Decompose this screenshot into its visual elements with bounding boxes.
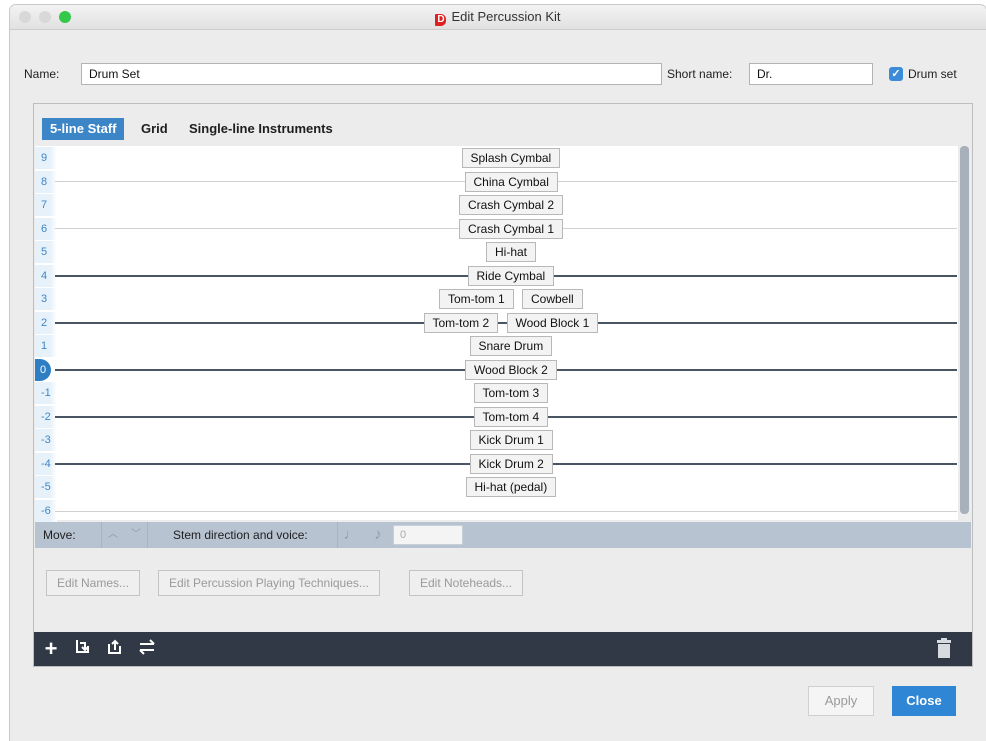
- instrument-chip[interactable]: Tom-tom 1: [439, 289, 514, 309]
- apply-button[interactable]: Apply: [808, 686, 874, 716]
- staff-position-0[interactable]: 0: [35, 358, 51, 381]
- stem-up-icon[interactable]: ♩: [337, 522, 364, 548]
- instrument-chip[interactable]: Tom-tom 4: [473, 406, 549, 427]
- voice-input[interactable]: 0: [393, 525, 463, 545]
- staff-position-1[interactable]: 1: [35, 335, 57, 357]
- name-input[interactable]: [81, 63, 662, 85]
- instrument-chip[interactable]: Kick Drum 1: [469, 430, 553, 450]
- instrument-chip[interactable]: Kick Drum 2: [469, 453, 553, 474]
- edit-percussion-kit-dialog: D Edit Percussion Kit Name: Short name: ✓…: [10, 5, 986, 741]
- instrument-chip[interactable]: China Cymbal: [464, 171, 558, 192]
- staff-scrollbar-thumb[interactable]: [960, 146, 969, 514]
- staff-position--2[interactable]: -2: [35, 405, 57, 428]
- drum-set-checkbox[interactable]: ✓: [889, 67, 903, 81]
- short-name-label: Short name:: [667, 67, 733, 81]
- stem-direction-label: Stem direction and voice:: [173, 528, 308, 542]
- chevron-up-icon[interactable]: ︿: [101, 522, 124, 548]
- staff-position-2[interactable]: 2: [35, 311, 57, 334]
- stem-down-icon[interactable]: ♪: [365, 522, 391, 548]
- move-bar: Move: ︿ ﹀ Stem direction and voice: ♩ ♪ …: [35, 522, 971, 548]
- staff-position-5[interactable]: 5: [35, 241, 57, 263]
- tab-single-line-instruments[interactable]: Single-line Instruments: [189, 118, 333, 140]
- dorico-logo-icon: D: [435, 14, 447, 26]
- instrument-chip[interactable]: Wood Block 2: [465, 359, 557, 380]
- instrument-chip[interactable]: Splash Cymbal: [461, 148, 561, 168]
- import-icon[interactable]: [72, 638, 94, 660]
- plus-icon[interactable]: +: [40, 638, 62, 660]
- staff-scrollbar[interactable]: [958, 146, 971, 520]
- staff-position-8[interactable]: 8: [35, 170, 57, 193]
- staff-position--6[interactable]: -6: [35, 499, 57, 522]
- staff-position-6[interactable]: 6: [35, 217, 57, 240]
- instrument-chip[interactable]: Ride Cymbal: [467, 265, 555, 286]
- instrument-chip[interactable]: Crash Cymbal 2: [459, 195, 564, 215]
- instrument-chip[interactable]: Hi-hat: [486, 242, 537, 262]
- export-icon[interactable]: [104, 638, 126, 660]
- instrument-chip[interactable]: Snare Drum: [469, 336, 553, 356]
- staff-line: [55, 510, 957, 512]
- chevron-down-icon[interactable]: ﹀: [125, 522, 148, 548]
- instrument-chip[interactable]: Crash Cymbal 1: [459, 218, 564, 239]
- instrument-chip[interactable]: Cowbell: [522, 289, 583, 309]
- close-button[interactable]: Close: [892, 686, 956, 716]
- instrument-chip[interactable]: Wood Block 1: [506, 312, 599, 333]
- instrument-chip[interactable]: Tom-tom 3: [473, 383, 549, 403]
- edit-names-button[interactable]: Edit Names...: [46, 570, 141, 596]
- drum-set-label: Drum set: [908, 67, 957, 81]
- instrument-chip[interactable]: Hi-hat (pedal): [465, 477, 557, 497]
- staff-position-7[interactable]: 7: [35, 194, 57, 216]
- short-name-input[interactable]: [749, 63, 873, 85]
- tab-5-line-staff[interactable]: 5-line Staff: [42, 118, 125, 140]
- staff-view[interactable]: 9 8 7 6 5 4 3 2 1 0 -1 -2 -3 -4 -5 -6 Wood Block 2 Snare …: [35, 146, 971, 522]
- window-title-wrap: D Edit Percussion Kit: [10, 9, 986, 26]
- kit-editor-panel: 5-line Staff Grid Single-line Instrument…: [33, 103, 973, 667]
- edit-noteheads-button[interactable]: Edit Noteheads...: [409, 570, 524, 596]
- window-title: Edit Percussion Kit: [451, 9, 561, 24]
- staff-position-9[interactable]: 9: [35, 147, 57, 169]
- staff-position--1[interactable]: -1: [35, 382, 57, 404]
- staff-position--3[interactable]: -3: [35, 429, 57, 451]
- trash-icon[interactable]: [934, 638, 954, 660]
- staff-position--4[interactable]: -4: [35, 452, 57, 475]
- staff-position-3[interactable]: 3: [35, 288, 57, 310]
- kit-toolbar: +: [34, 632, 972, 666]
- move-label: Move:: [43, 528, 76, 542]
- staff-position--5[interactable]: -5: [35, 476, 57, 498]
- tab-grid[interactable]: Grid: [141, 118, 168, 140]
- swap-icon[interactable]: [136, 638, 158, 660]
- edit-techniques-button[interactable]: Edit Percussion Playing Techniques...: [158, 570, 380, 596]
- title-bar: D Edit Percussion Kit: [10, 5, 986, 30]
- staff-position-4[interactable]: 4: [35, 264, 57, 287]
- name-label: Name:: [24, 67, 60, 81]
- instrument-chip[interactable]: Tom-tom 2: [423, 312, 499, 333]
